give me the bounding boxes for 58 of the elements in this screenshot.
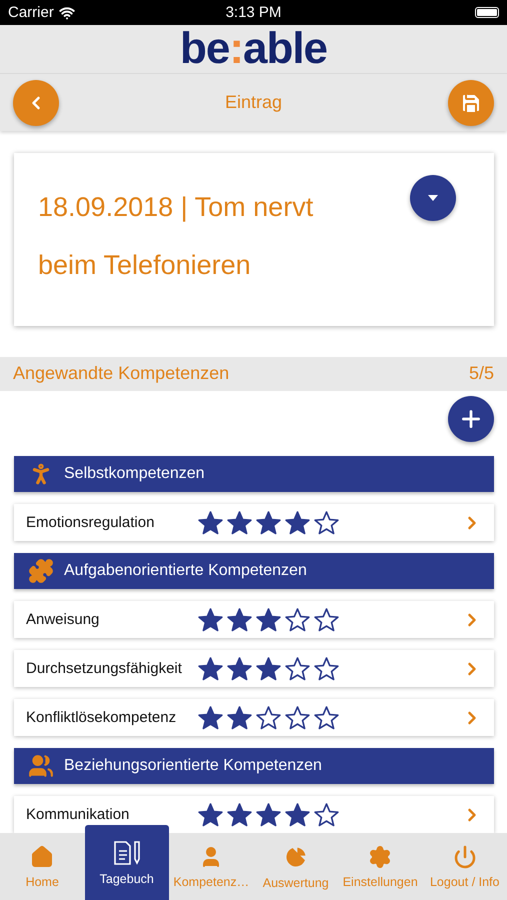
filled-star-icon bbox=[227, 510, 252, 534]
empty-star-icon bbox=[285, 656, 310, 680]
category-title: Beziehungsorientierte Kompetenzen bbox=[64, 757, 322, 775]
filled-star-icon bbox=[285, 802, 310, 826]
caret-icon bbox=[427, 194, 439, 202]
power-icon bbox=[452, 844, 477, 868]
carrier-label: Carrier bbox=[8, 4, 54, 21]
empty-star-icon bbox=[314, 656, 339, 680]
empty-star-icon bbox=[314, 510, 339, 534]
home-icon bbox=[30, 844, 54, 868]
competence-row[interactable]: Kommunikation bbox=[14, 796, 494, 833]
empty-star-icon bbox=[285, 608, 310, 632]
wifi-icon bbox=[58, 4, 75, 20]
empty-star-icon bbox=[314, 706, 339, 730]
category-title: Aufgabenorientierte Kompetenzen bbox=[64, 562, 307, 580]
filled-star-icon bbox=[256, 608, 281, 632]
filled-star-icon bbox=[198, 802, 223, 826]
app-logo: be:able bbox=[180, 27, 328, 71]
document-pen-icon bbox=[112, 840, 142, 866]
empty-star-icon bbox=[256, 706, 281, 730]
puzzle-icon bbox=[28, 558, 54, 584]
filled-star-icon bbox=[198, 608, 223, 632]
tab[interactable]: Tagebuch bbox=[84, 825, 169, 900]
filled-star-icon bbox=[256, 656, 281, 680]
competence-row[interactable]: Konfliktlösekompetenz bbox=[14, 699, 494, 736]
filled-star-icon bbox=[227, 608, 252, 632]
empty-star-icon bbox=[314, 608, 339, 632]
competence-row[interactable]: Anweisung bbox=[14, 601, 494, 638]
dropdown-button[interactable] bbox=[410, 175, 456, 221]
competence-name: Emotionsregulation bbox=[26, 514, 156, 531]
people-icon bbox=[28, 753, 54, 779]
filled-star-icon bbox=[227, 706, 252, 730]
competence-row[interactable]: Durchsetzungsfähigkeit bbox=[14, 650, 494, 687]
filled-star-icon bbox=[227, 802, 252, 826]
battery-icon bbox=[475, 7, 499, 18]
status-time: 3:13 PM bbox=[226, 4, 282, 21]
page-title: Eintrag bbox=[224, 92, 282, 113]
competence-name: Konfliktlösekompetenz bbox=[26, 709, 178, 726]
competence-row[interactable]: Emotionsregulation bbox=[14, 504, 494, 541]
filled-star-icon bbox=[285, 510, 310, 534]
competence-name: Kommunikation bbox=[26, 806, 130, 823]
section-title: Angewandte Kompetenzen bbox=[13, 363, 230, 384]
settings-icon bbox=[368, 844, 392, 868]
empty-star-icon bbox=[285, 706, 310, 730]
filled-star-icon bbox=[227, 656, 252, 680]
filled-star-icon bbox=[198, 706, 223, 730]
competence-name: Durchsetzungsfähigkeit bbox=[26, 660, 183, 677]
section-count: 5/5 bbox=[468, 363, 494, 384]
filled-star-icon bbox=[198, 656, 223, 680]
filled-star-icon bbox=[198, 510, 223, 534]
filled-star-icon bbox=[256, 802, 281, 826]
category-title: Selbstkompetenzen bbox=[64, 465, 205, 483]
empty-star-icon bbox=[314, 802, 339, 826]
add-button[interactable] bbox=[448, 396, 494, 442]
save-button[interactable] bbox=[448, 80, 494, 126]
filled-star-icon bbox=[256, 510, 281, 534]
entry-title: 18.09.2018 | Tom nervt beim Telefonieren bbox=[38, 191, 314, 282]
competence-name: Anweisung bbox=[26, 611, 100, 628]
